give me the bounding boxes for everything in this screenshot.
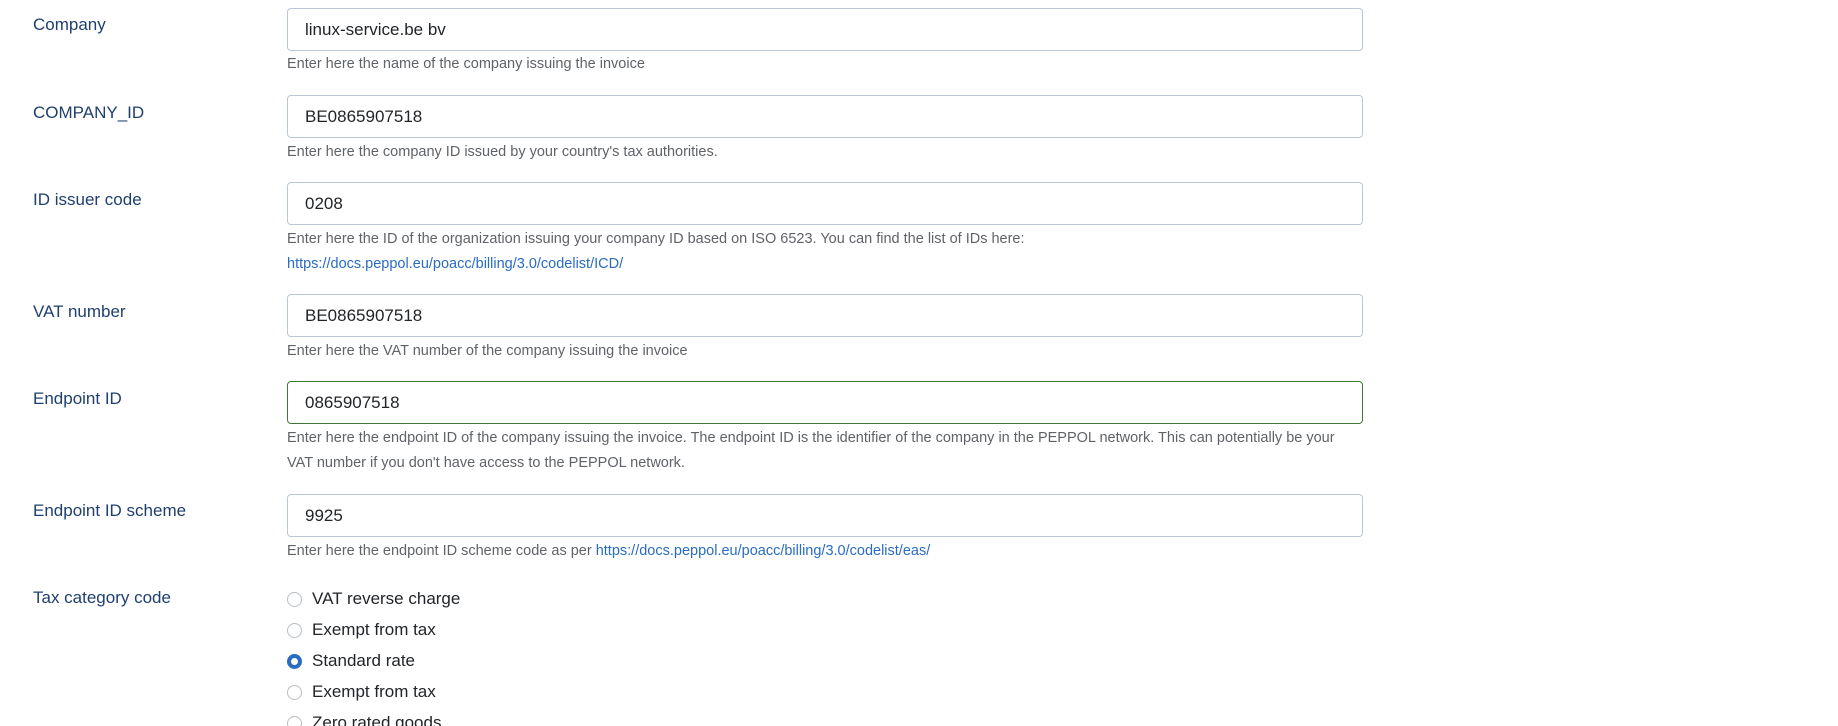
radio-vat-reverse-charge[interactable]: VAT reverse charge [287,587,460,611]
radio-label: VAT reverse charge [312,589,461,608]
company-id-label: COMPANY_ID [33,103,145,122]
radio-label: Exempt from tax [312,620,436,639]
endpoint-id-scheme-help: Enter here the endpoint ID scheme code a… [287,539,1363,564]
radio-zero-rated-goods[interactable]: Zero rated goods [287,711,441,726]
id-issuer-code-input[interactable]: 0208 [287,182,1363,225]
icd-codelist-link[interactable]: https://docs.peppol.eu/poacc/billing/3.0… [287,256,623,272]
endpoint-id-scheme-help-text: Enter here the endpoint ID scheme code a… [287,543,596,559]
company-id-input[interactable]: BE0865907518 [287,95,1363,138]
tax-category-code-label: Tax category code [33,588,171,607]
radio-button-icon[interactable] [287,684,302,700]
radio-button-icon[interactable] [287,715,302,726]
vat-number-input[interactable]: BE0865907518 [287,294,1363,337]
radio-button-icon[interactable] [287,591,302,607]
id-issuer-code-help-text: Enter here the ID of the organization is… [287,231,1025,247]
id-issuer-code-help: Enter here the ID of the organization is… [287,227,1363,277]
radio-label: Standard rate [312,651,416,670]
radio-exempt-from-tax[interactable]: Exempt from tax [287,618,436,642]
endpoint-id-help: Enter here the endpoint ID of the compan… [287,430,1335,471]
id-issuer-code-label: ID issuer code [33,190,142,209]
vat-number-help: Enter here the VAT number of the company… [287,343,688,359]
vat-number-label: VAT number [33,302,126,321]
endpoint-id-label: Endpoint ID [33,389,122,408]
radio-standard-rate[interactable]: Standard rate [287,649,415,673]
endpoint-id-input[interactable]: 0865907518 [287,381,1363,424]
company-id-help: Enter here the company ID issued by your… [287,144,718,160]
company-input[interactable]: linux-service.be bv [287,8,1363,51]
company-help: Enter here the name of the company issui… [287,56,645,72]
radio-button-icon[interactable] [287,622,302,638]
radio-label: Zero rated goods [312,713,442,726]
invoice-settings-form: Company linux-service.be bv Enter here t… [0,0,1838,726]
company-label: Company [33,15,106,34]
radio-label: Exempt from tax [312,682,436,701]
radio-button-checked-icon[interactable] [287,653,302,669]
endpoint-id-scheme-label: Endpoint ID scheme [33,501,187,520]
eas-codelist-link[interactable]: https://docs.peppol.eu/poacc/billing/3.0… [596,543,931,559]
radio-exempt-from-tax-2[interactable]: Exempt from tax [287,680,436,704]
endpoint-id-scheme-input[interactable]: 9925 [287,494,1363,537]
